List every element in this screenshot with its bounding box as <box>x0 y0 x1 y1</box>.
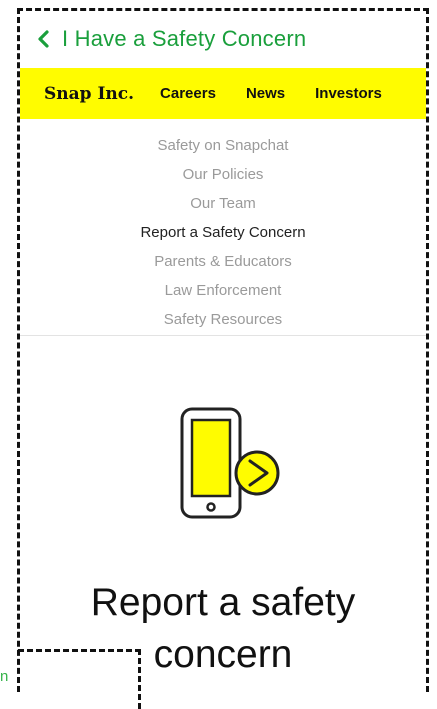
divider <box>20 335 426 336</box>
cut-off-text: n <box>0 668 9 685</box>
submenu-item-law-enforcement[interactable]: Law Enforcement <box>20 276 426 305</box>
back-header[interactable]: I Have a Safety Concern <box>20 11 426 67</box>
submenu-item-safety-on-snapchat[interactable]: Safety on Snapchat <box>20 131 426 160</box>
submenu-item-report-safety-concern[interactable]: Report a Safety Concern <box>20 218 426 247</box>
nav-link-investors[interactable]: Investors <box>315 85 382 102</box>
page-content: I Have a Safety Concern Snap Inc. Career… <box>20 11 426 697</box>
submenu-item-parents-educators[interactable]: Parents & Educators <box>20 247 426 276</box>
safety-submenu: Safety on Snapchat Our Policies Our Team… <box>20 131 426 334</box>
top-nav: Snap Inc. Careers News Investors <box>20 68 426 119</box>
page-title-line1: Report a safety <box>90 581 356 624</box>
brand-logo[interactable]: Snap Inc. <box>44 84 134 104</box>
page-title: Report a safety concern <box>20 577 426 681</box>
nav-link-careers[interactable]: Careers <box>160 85 216 102</box>
nav-link-news[interactable]: News <box>246 85 285 102</box>
submenu-item-our-policies[interactable]: Our Policies <box>20 160 426 189</box>
page-title-line2: concern <box>153 633 293 676</box>
back-title[interactable]: I Have a Safety Concern <box>62 26 306 52</box>
phone-with-arrow-icon <box>178 406 290 526</box>
submenu-item-our-team[interactable]: Our Team <box>20 189 426 218</box>
chevron-left-icon[interactable] <box>34 30 52 48</box>
submenu-item-safety-resources[interactable]: Safety Resources <box>20 305 426 334</box>
